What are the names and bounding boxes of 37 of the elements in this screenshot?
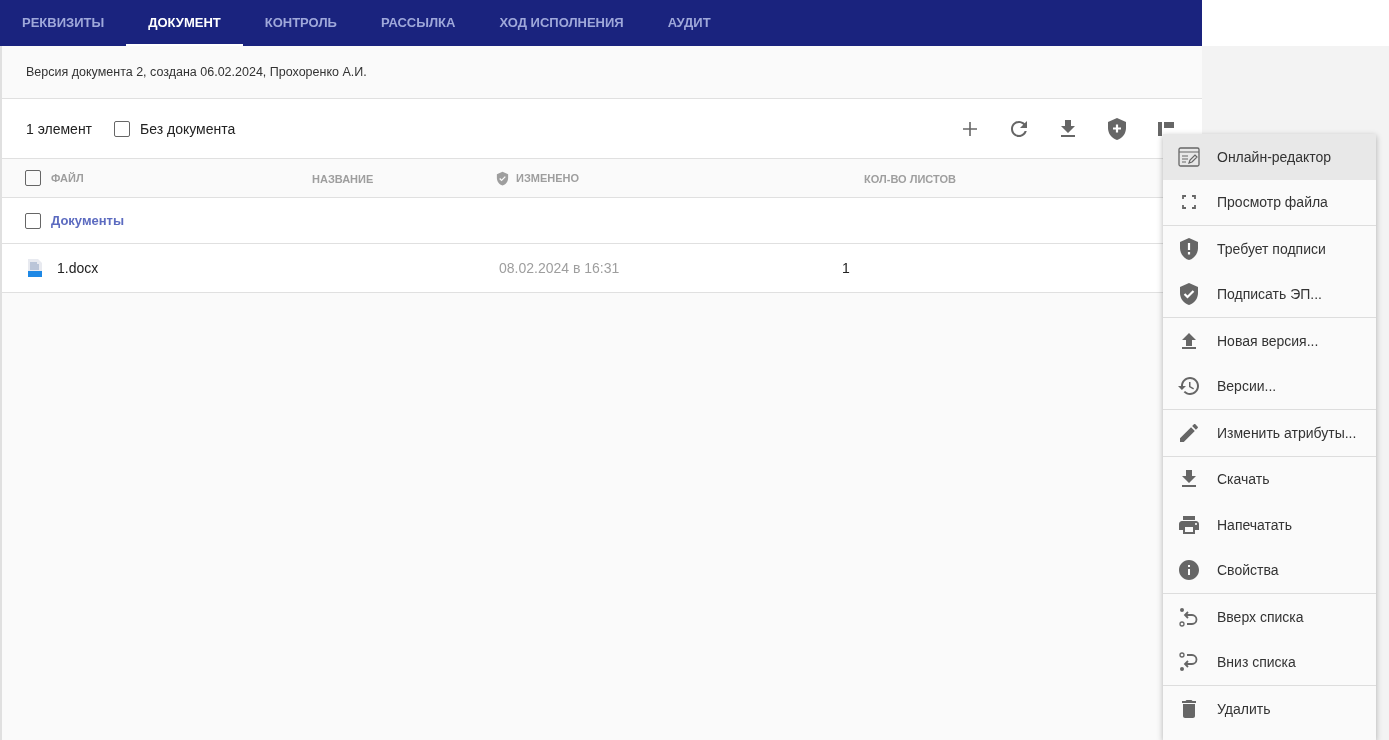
item-count: 1 элемент: [26, 120, 93, 137]
menu-item[interactable]: Изменить атрибуты...: [1163, 410, 1376, 456]
shield-alert-icon: [1177, 236, 1201, 261]
menu-item[interactable]: Скачать: [1163, 456, 1376, 502]
sheet-count: 1: [842, 260, 850, 276]
file-name[interactable]: 1.docx: [57, 260, 99, 276]
tab[interactable]: РЕКВИЗИТЫ: [0, 0, 127, 46]
menu-item[interactable]: Вниз списка: [1163, 639, 1376, 685]
menu-item[interactable]: Онлайн-редактор: [1163, 134, 1376, 180]
tab[interactable]: РАССЫЛКА: [358, 0, 478, 46]
shield-plus-icon[interactable]: [1105, 116, 1129, 141]
menu-item[interactable]: Свойства: [1163, 547, 1376, 593]
menu-item[interactable]: Требует подписи: [1163, 226, 1376, 272]
select-all-checkbox[interactable]: [25, 170, 41, 186]
tab[interactable]: КОНТРОЛЬ: [242, 0, 359, 46]
shield-check-icon: [1177, 282, 1201, 307]
group-title[interactable]: Документы: [51, 213, 125, 228]
docx-file-icon: [27, 259, 43, 277]
menu-item[interactable]: Подписать ЭП...: [1163, 271, 1376, 317]
menu-item[interactable]: Просмотр файла: [1163, 179, 1376, 225]
without-document-checkbox[interactable]: Без документа: [114, 120, 236, 137]
editor-icon: [1177, 144, 1201, 169]
menu-item[interactable]: Удалить: [1163, 686, 1376, 732]
group-checkbox[interactable]: [25, 212, 41, 229]
version-info: Версия документа 2, создана 06.02.2024, Прохоренко А.И.: [26, 65, 367, 79]
shield-check-icon: [495, 170, 510, 186]
checkbox-label: Без документа: [140, 120, 236, 137]
checkbox[interactable]: [114, 120, 131, 137]
menu-item[interactable]: Напечатать: [1163, 502, 1376, 548]
modified-date: 08.02.2024 в 16:31: [499, 260, 620, 276]
tab[interactable]: АУДИТ: [645, 0, 733, 46]
menu-item[interactable]: Новая версия...: [1163, 318, 1376, 364]
tab[interactable]: ХОД ИСПОЛНЕНИЯ: [477, 0, 646, 46]
tab[interactable]: ДОКУМЕНТ: [126, 0, 243, 46]
menu-item[interactable]: Вверх списка: [1163, 594, 1376, 640]
info-icon: [1177, 558, 1201, 583]
menu-item[interactable]: Версии...: [1163, 363, 1376, 409]
